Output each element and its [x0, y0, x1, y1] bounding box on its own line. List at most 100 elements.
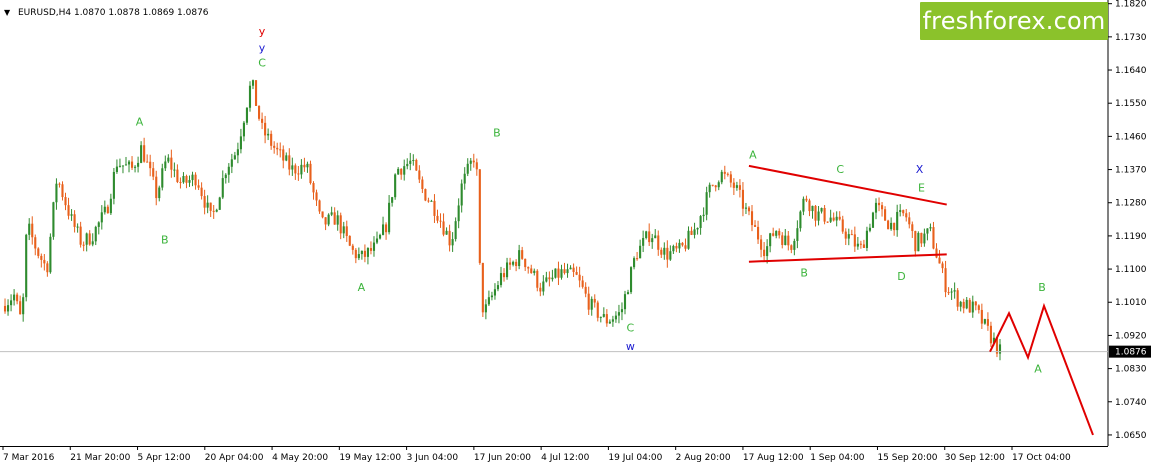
chart-menu-icon[interactable]: ▼ [4, 8, 11, 17]
candle-body [10, 300, 13, 306]
candle-body [375, 238, 379, 243]
candle-body [811, 205, 814, 212]
candle-body [941, 263, 944, 269]
candle-body [853, 234, 856, 247]
candle-body [82, 244, 85, 246]
candle-body [34, 237, 37, 249]
candle-body [291, 165, 294, 170]
candle-body [97, 222, 100, 227]
candle-body [336, 215, 339, 225]
candle-body [623, 294, 627, 310]
candle-body [109, 198, 112, 214]
candle-body [505, 262, 509, 278]
candle-body [230, 159, 233, 167]
candle-body [385, 224, 388, 233]
candle-body [542, 281, 545, 292]
y-tick-label: 1.0650 [1115, 431, 1147, 441]
candle-body [799, 211, 802, 229]
candle-body [233, 155, 236, 160]
candle-body [236, 149, 239, 156]
candle-body [726, 173, 729, 175]
candle-body [478, 169, 481, 263]
candle-body [55, 183, 58, 203]
candle-body [817, 211, 820, 221]
candle-body [705, 192, 708, 215]
wave-labels: yyCABABCwABCDEXAB [136, 25, 1046, 375]
candle-body [294, 165, 297, 174]
candle-body [880, 205, 884, 210]
candle-body [681, 242, 684, 246]
wave-label-w: w [626, 340, 635, 353]
candle-body [76, 226, 79, 228]
x-tick-label: 21 Mar 20:00 [70, 453, 130, 463]
candle-body [149, 161, 152, 169]
candle-body [611, 319, 614, 322]
candle-body [127, 161, 131, 165]
x-tick-label: 19 Jul 04:00 [608, 453, 662, 463]
candle-body [421, 179, 424, 190]
candle-body [596, 302, 599, 318]
candle-body [73, 214, 76, 227]
candle-body [512, 261, 515, 265]
candle-body [899, 210, 902, 212]
current-price-label: 1.0876 [1115, 348, 1147, 358]
candle-body [460, 183, 463, 206]
candle-body [25, 234, 28, 298]
candle-body [575, 271, 578, 275]
wave-label-B: B [1038, 281, 1046, 294]
candle-body [288, 155, 291, 170]
candle-body [617, 312, 621, 316]
y-tick-label: 1.0920 [1115, 331, 1147, 341]
candle-body [487, 297, 490, 305]
candle-body [989, 325, 992, 344]
candle-body [509, 262, 512, 265]
candle-body [844, 231, 847, 239]
candle-body [475, 162, 478, 170]
candle-body [896, 211, 899, 231]
candle-body [566, 269, 569, 274]
candle-body [629, 267, 633, 293]
candle-body [929, 227, 932, 229]
candle-body [140, 145, 143, 163]
candle-body [750, 211, 754, 226]
y-tick-label: 1.1550 [1115, 99, 1147, 109]
candle-body [639, 245, 642, 259]
candle-body [832, 217, 835, 221]
candle-body [152, 168, 155, 177]
candle-body [908, 217, 911, 225]
candle-body [170, 157, 173, 170]
candle-body [905, 213, 908, 218]
candle-body [675, 245, 678, 249]
candle-body [669, 251, 672, 260]
candle-body [357, 254, 360, 259]
candle-body [67, 205, 70, 216]
candle-body [19, 301, 22, 315]
candle-body [714, 185, 717, 188]
candle-body [932, 227, 935, 249]
candle-body [16, 294, 19, 302]
candle-body [684, 245, 687, 249]
y-tick-label: 1.0740 [1115, 398, 1147, 408]
candle-body [366, 248, 369, 257]
candle-body [884, 209, 887, 221]
candle-body [998, 344, 1002, 354]
candle-body [760, 239, 763, 250]
candle-body [944, 268, 947, 293]
candle-body [143, 145, 146, 162]
candle-body [744, 207, 748, 209]
candle-body [518, 250, 521, 267]
candle-body [306, 163, 309, 168]
candle-body [805, 198, 808, 201]
candle-body [146, 161, 149, 163]
candle-body [536, 270, 539, 288]
x-tick-label: 4 May 20:00 [272, 453, 328, 463]
candle-body [318, 200, 321, 212]
price-chart[interactable]: 1.0876 1.18201.17301.16401.15501.14601.1… [0, 0, 1151, 468]
candle-body [968, 299, 971, 313]
candle-body [209, 202, 212, 211]
candle-body [747, 207, 751, 212]
candle-body [436, 215, 439, 221]
candle-body [738, 185, 741, 190]
candle-body [31, 223, 34, 238]
y-tick-label: 1.1640 [1115, 66, 1147, 76]
